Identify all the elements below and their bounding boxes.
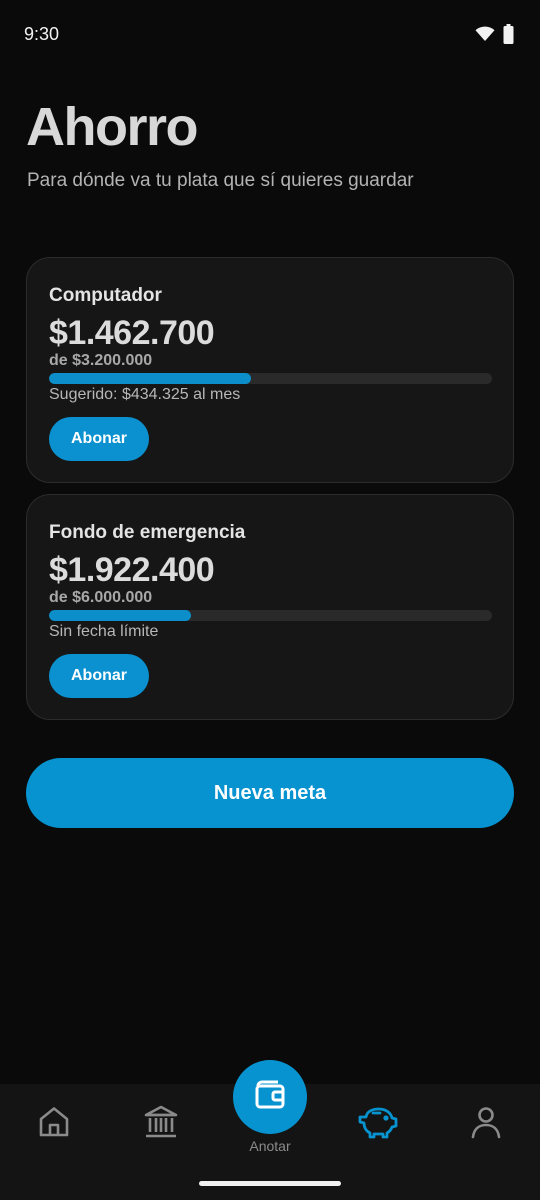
nav-item-profile[interactable] [464,1102,508,1146]
nav-item-home[interactable] [32,1102,76,1146]
goal-progress-fill [49,373,252,384]
anotar-label: Anotar [249,1138,291,1154]
wifi-icon [475,26,495,42]
goal-progress-bar [49,373,492,384]
status-icons [475,24,514,44]
goal-card-fondo-emergencia: Fondo de emergencia $1.922.400 de $6.000… [26,494,514,720]
profile-icon [469,1105,503,1144]
goal-name: Fondo de emergencia [49,522,246,543]
goal-note: Sugerido: $434.325 al mes [49,386,241,403]
page-title: Ahorro [26,97,198,157]
goal-note: Sin fecha límite [49,623,159,640]
piggy-bank-icon [358,1104,398,1145]
goal-target-amount: de $3.200.000 [49,352,153,369]
page-subtitle: Para dónde va tu plata que sí quieres gu… [27,170,414,191]
home-indicator[interactable] [199,1181,341,1186]
goal-card-computador: Computador $1.462.700 de $3.200.000 Suge… [26,257,514,483]
goal-saved-amount: $1.922.400 [49,551,215,589]
nav-item-savings[interactable] [356,1102,400,1146]
anotar-fab[interactable] [233,1060,307,1134]
goal-target-amount: de $6.000.000 [49,589,153,606]
wallet-icon [252,1077,288,1118]
goal-name: Computador [49,285,162,306]
battery-icon [503,24,514,44]
bank-icon [143,1104,179,1145]
goal-progress-fill [49,610,191,621]
goal-saved-amount: $1.462.700 [49,314,215,352]
new-goal-button[interactable]: Nueva meta [26,758,514,828]
status-time: 9:30 [24,24,60,44]
abonar-button[interactable]: Abonar [49,417,149,461]
status-bar: 9:30 [0,0,540,70]
nav-item-bank[interactable] [139,1102,183,1146]
abonar-button[interactable]: Abonar [49,654,149,698]
home-icon [37,1105,71,1144]
goal-progress-bar [49,610,492,621]
savings-screen: 9:30 Ahorro Para dónde va tu plata que s… [0,0,540,1200]
